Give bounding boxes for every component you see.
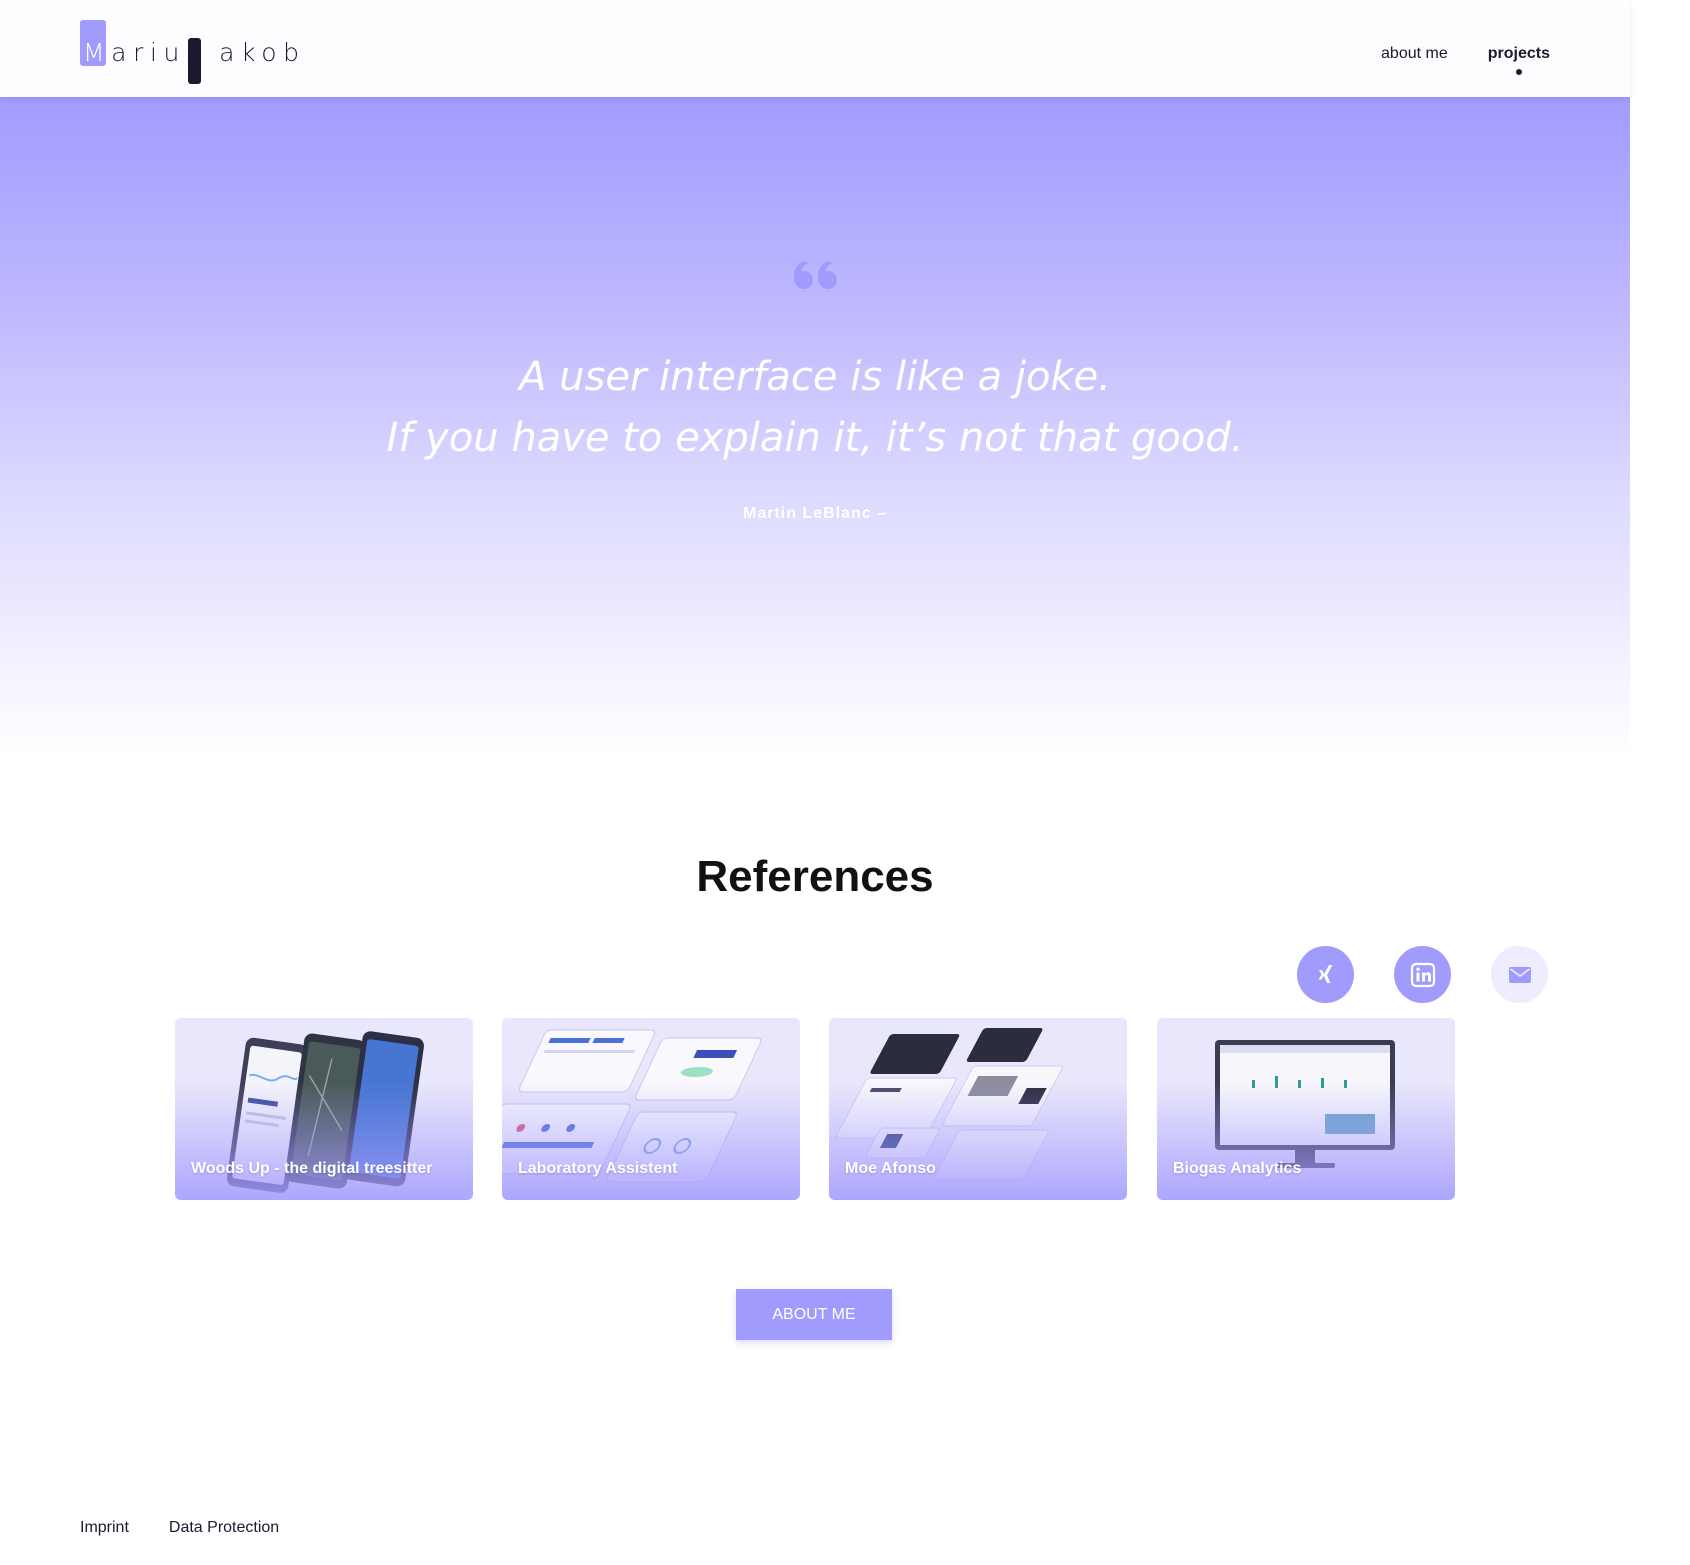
- xing-icon[interactable]: [1297, 946, 1354, 1003]
- site-footer: Imprint Data Protection: [80, 1519, 279, 1537]
- project-card-label: Woods Up - the digital treesitter: [191, 1160, 433, 1177]
- project-cards: Woods Up - the digital treesitter Labora…: [175, 1018, 1455, 1200]
- footer-link-data-protection[interactable]: Data Protection: [169, 1519, 279, 1537]
- nav-about-me[interactable]: about me: [1381, 45, 1448, 63]
- references-heading-wrap: References: [0, 852, 1630, 904]
- logo[interactable]: Mariusjakob: [80, 20, 300, 86]
- logo-text: Mariusjakob: [83, 38, 306, 67]
- main-nav: about me projects: [1381, 45, 1550, 75]
- footer-link-imprint[interactable]: Imprint: [80, 1519, 129, 1537]
- project-card-woods-up[interactable]: Woods Up - the digital treesitter: [175, 1018, 473, 1200]
- logo-first-name: arius: [111, 38, 206, 67]
- quote-icon: [0, 257, 1630, 296]
- project-card-label: Biogas Analytics: [1173, 1160, 1302, 1177]
- quote-text: A user interface is like a joke. If you …: [0, 347, 1630, 469]
- logo-initial-j: j: [205, 38, 220, 67]
- nav-projects[interactable]: projects: [1488, 45, 1550, 75]
- references-title: References: [676, 852, 954, 904]
- linkedin-icon[interactable]: [1394, 946, 1451, 1003]
- quote-line-1: A user interface is like a joke.: [519, 354, 1111, 400]
- logo-last-name: akob: [219, 38, 306, 67]
- quote-line-2: If you have to explain it, it’s not that…: [386, 415, 1244, 461]
- page: Mariusjakob about me projects A user int…: [0, 0, 1690, 1565]
- project-card-label: Laboratory Assistent: [518, 1160, 678, 1177]
- project-card-biogas-analytics[interactable]: Biogas Analytics: [1157, 1018, 1455, 1200]
- mail-icon[interactable]: [1491, 946, 1548, 1003]
- logo-initial-m: M: [83, 38, 112, 67]
- quote-author: Martin LeBlanc –: [742, 505, 888, 522]
- site-header: Mariusjakob about me projects: [0, 0, 1630, 97]
- project-card-label: Moe Afonso: [845, 1160, 936, 1177]
- hero-section: A user interface is like a joke. If you …: [0, 97, 1630, 757]
- about-me-button[interactable]: ABOUT ME: [736, 1289, 892, 1340]
- project-card-laboratory-assistent[interactable]: Laboratory Assistent: [502, 1018, 800, 1200]
- project-card-moe-afonso[interactable]: Moe Afonso: [829, 1018, 1127, 1200]
